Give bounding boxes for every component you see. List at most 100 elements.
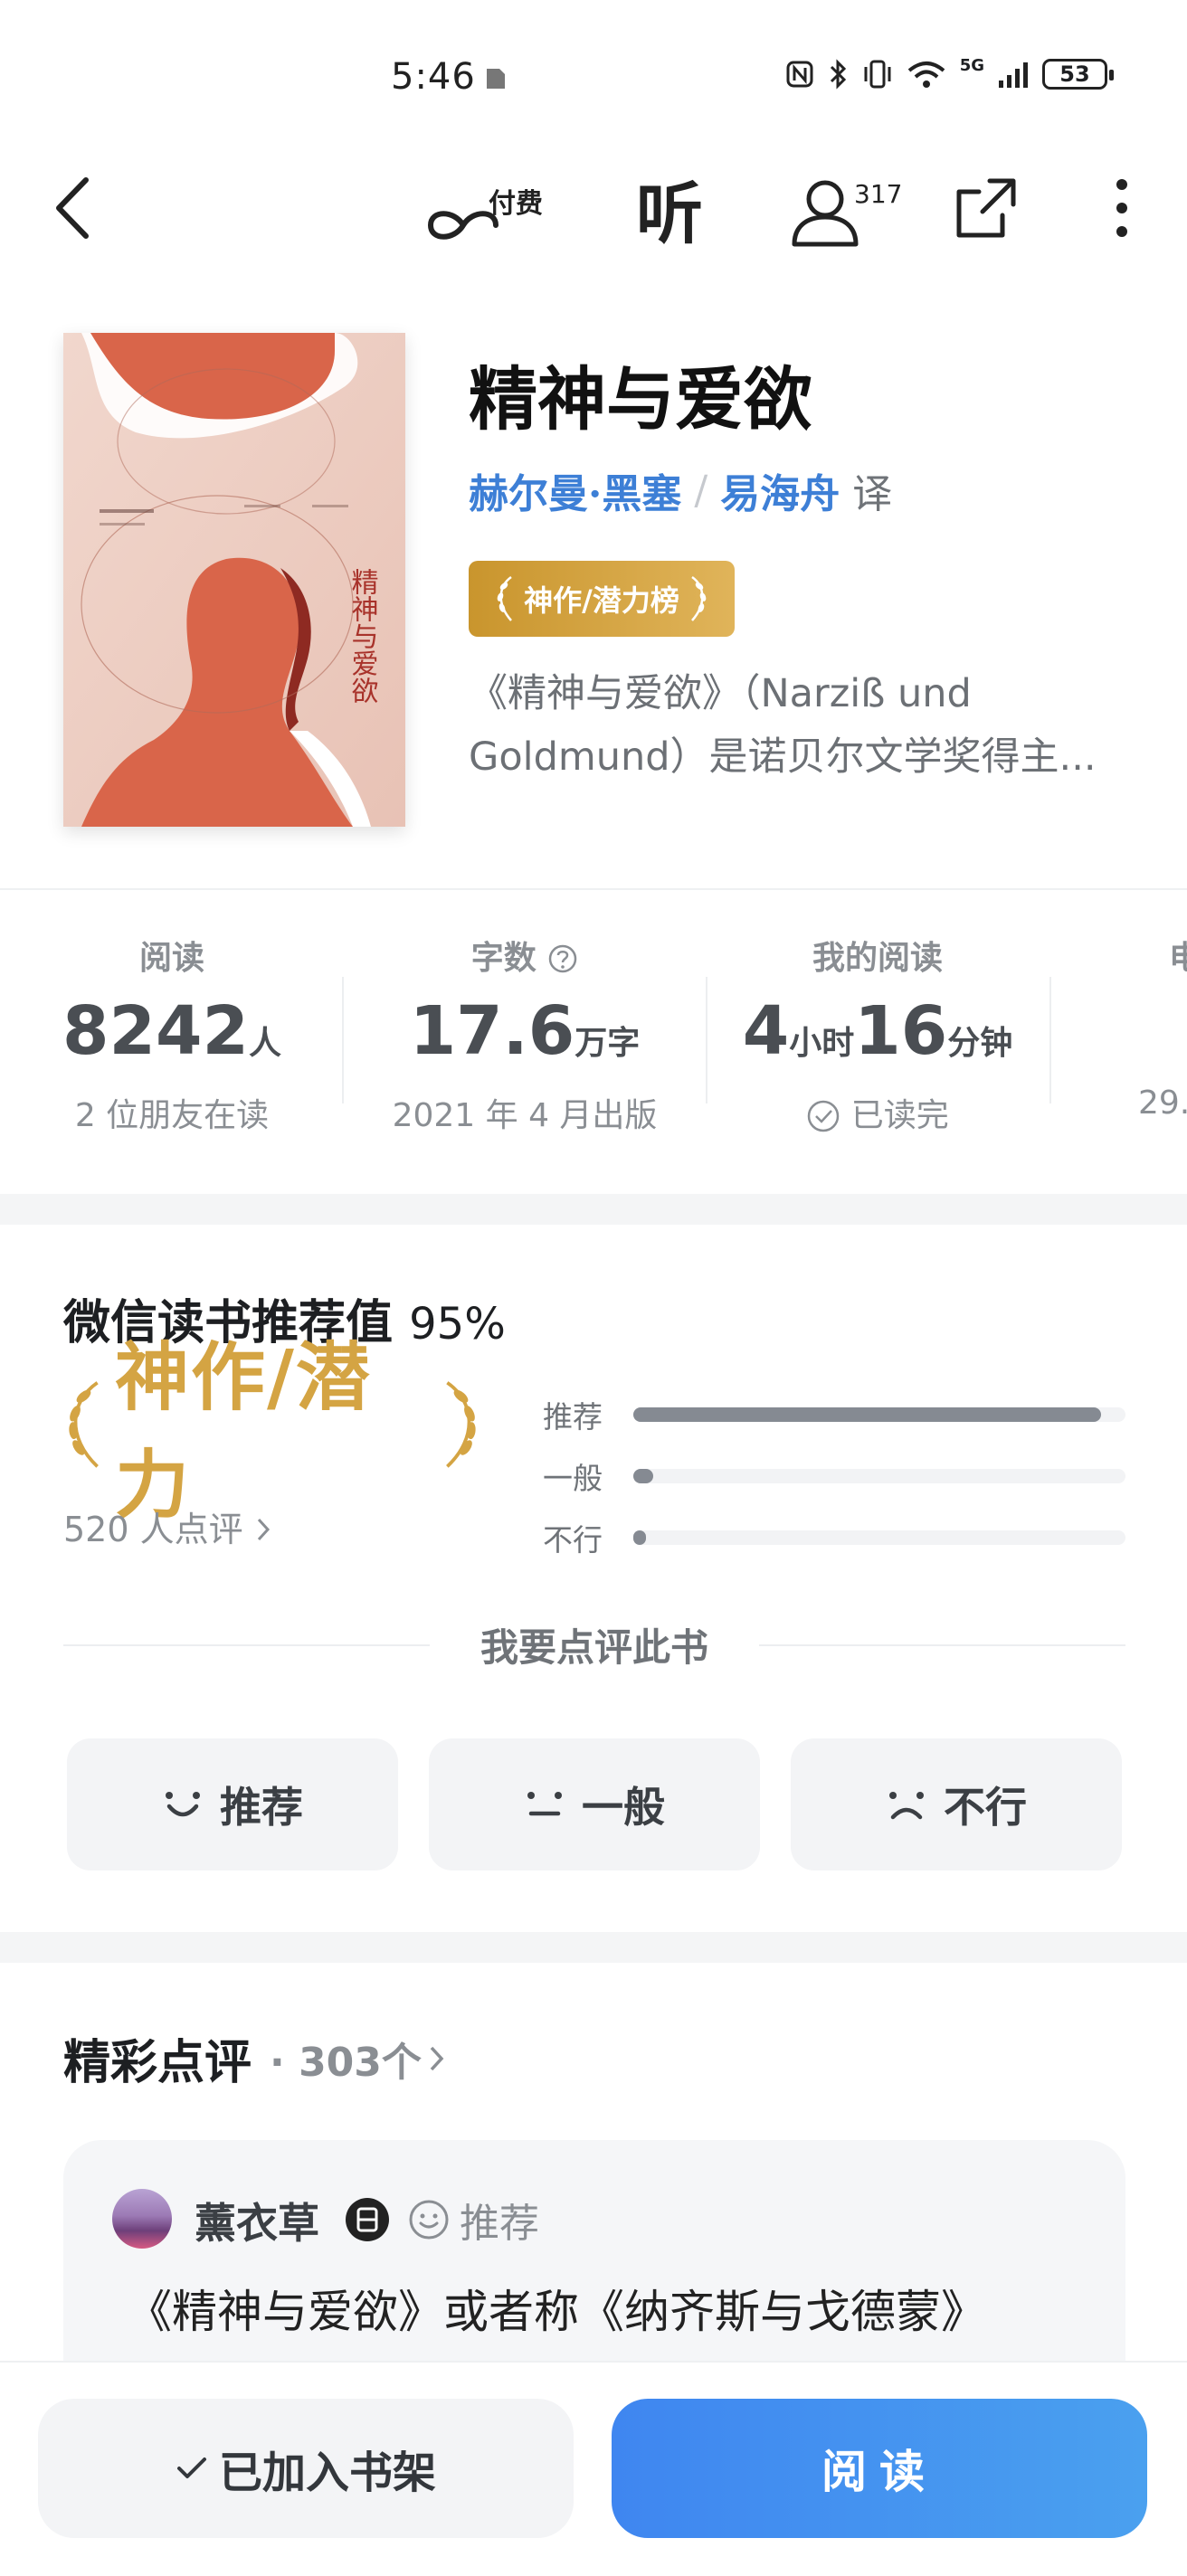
- listen-label: 听: [636, 175, 703, 253]
- book-title: 精神与爱欲: [469, 359, 812, 440]
- rate-recommend-label: 推荐: [220, 1783, 303, 1832]
- reviews-count: · 303个: [270, 2039, 422, 2086]
- stat-separator: [342, 977, 344, 1103]
- rate-recommend-button[interactable]: 推荐: [67, 1738, 398, 1870]
- rate-heading: 我要点评此书: [63, 1617, 1126, 1672]
- bottom-action-bar: 已加入书架 阅读: [0, 2361, 1187, 2576]
- bar-fill: [633, 1469, 653, 1483]
- bar-label: 一般: [543, 1461, 603, 1496]
- top-nav: 付费 听 317: [0, 154, 1187, 262]
- member-badge-icon: [346, 2198, 389, 2241]
- listen-button[interactable]: 听: [624, 163, 715, 253]
- stat-readers[interactable]: 阅读 8242人 2 位朋友在读: [0, 932, 344, 1143]
- back-button[interactable]: [36, 163, 109, 253]
- divider-line: [759, 1643, 1126, 1646]
- book-cover[interactable]: 精神与爱欲: [63, 333, 405, 827]
- stat-ebook-value: [1077, 986, 1187, 1076]
- bluetooth-icon: [830, 59, 846, 90]
- review-verdict: 推荐: [407, 2191, 539, 2249]
- stat-my-reading-sub: 已读完: [706, 1089, 1049, 1143]
- chevron-right-icon: [430, 2046, 444, 2070]
- sim-card-icon: [487, 69, 505, 89]
- paid-label: 付费: [489, 188, 543, 220]
- check-icon: [176, 2458, 206, 2478]
- check-circle-icon: [808, 1100, 840, 1132]
- bar-row-bad: 不行: [543, 1507, 1125, 1568]
- bar-label: 不行: [543, 1522, 603, 1558]
- rate-heading-label: 我要点评此书: [480, 1625, 709, 1670]
- recommend-bars: 推荐 一般 不行: [543, 1384, 1125, 1568]
- neutral-face-icon: [527, 1792, 562, 1816]
- book-cover-illustration: 精神与爱欲: [63, 333, 405, 827]
- add-to-shelf-label: 已加入书架: [218, 2448, 436, 2498]
- bar-track: [633, 1469, 1125, 1483]
- reviewer-name[interactable]: 薰衣草: [195, 2191, 319, 2250]
- author-separator: /: [694, 467, 708, 514]
- divider-line: [63, 1643, 430, 1646]
- stat-wordcount-label: 字数: [353, 932, 697, 986]
- status-time: 5:46: [391, 56, 476, 98]
- status-bar: 5:46 5G 53: [0, 0, 1187, 136]
- rate-bad-label: 不行: [944, 1783, 1027, 1832]
- stat-readers-label: 阅读: [138, 940, 204, 977]
- network-type: 5G: [959, 55, 984, 75]
- add-to-shelf-button[interactable]: 已加入书架: [38, 2399, 574, 2538]
- frown-face-icon: [889, 1792, 924, 1820]
- stat-my-reading-label: 我的阅读: [812, 940, 943, 977]
- author-link[interactable]: 赫尔曼·黑塞: [469, 461, 681, 519]
- chevron-right-icon: [257, 1518, 270, 1541]
- more-vertical-icon: [1116, 179, 1127, 237]
- book-stats: 阅读 8242人 2 位朋友在读 字数 17.6万字 2021 年 4 月出版 …: [0, 932, 1187, 1149]
- stat-ebook-sub: 29.: [1138, 1084, 1187, 1122]
- rate-bad-button[interactable]: 不行: [791, 1738, 1122, 1870]
- stat-readers-value: 8242人: [62, 992, 281, 1070]
- recommend-review-count[interactable]: 520 人点评: [63, 1501, 272, 1551]
- stat-my-reading-value: 4小时16分钟: [742, 992, 1013, 1070]
- bar-track: [633, 1530, 1125, 1545]
- smile-face-icon: [166, 1792, 200, 1817]
- avatar[interactable]: [112, 2189, 172, 2249]
- paid-infinite-button[interactable]: 付费: [425, 166, 552, 257]
- stat-ebook-label: 电: [1169, 940, 1187, 977]
- battery-indicator: 53: [1042, 59, 1114, 90]
- laurel-left-icon: [69, 1381, 99, 1468]
- rate-average-label: 一般: [582, 1783, 665, 1832]
- share-button[interactable]: [941, 163, 1031, 253]
- bar-track: [633, 1407, 1125, 1422]
- read-button[interactable]: 阅读: [612, 2399, 1147, 2538]
- svg-text:精神与爱欲: 精神与爱欲: [347, 568, 379, 704]
- bar-fill: [633, 1407, 1101, 1422]
- chevron-left-icon: [56, 177, 89, 239]
- section-gap: [0, 1932, 1187, 1963]
- read-label: 阅读: [821, 2446, 937, 2498]
- stat-wordcount-value: 17.6万字: [409, 992, 641, 1070]
- stat-wordcount-sub: 2021 年 4 月出版: [392, 1097, 658, 1134]
- bar-row-average: 一般: [543, 1445, 1125, 1507]
- stat-readers-sub: 2 位朋友在读: [74, 1097, 270, 1134]
- status-icons: 5G 53: [784, 55, 1114, 90]
- bar-fill: [633, 1530, 646, 1545]
- recommend-tier-label: 神作/潜力: [114, 1335, 372, 1529]
- translator-link[interactable]: 易海舟: [720, 461, 840, 519]
- readers-button[interactable]: 317: [787, 163, 914, 253]
- book-authors: 赫尔曼·黑塞 / 易海舟 译: [469, 461, 892, 519]
- reviews-header[interactable]: 精彩点评 · 303个: [63, 2024, 447, 2092]
- nfc-icon: [786, 61, 813, 88]
- share-icon: [956, 178, 1016, 238]
- wifi-icon: [907, 62, 945, 88]
- stat-my-reading[interactable]: 我的阅读 4小时16分钟 已读完: [706, 932, 1049, 1143]
- recommend-tier: 神作/潜力: [60, 1335, 485, 1529]
- stat-ebook[interactable]: 电 29.: [1077, 932, 1187, 1131]
- laurel-left-icon: [497, 575, 513, 621]
- rate-average-button[interactable]: 一般: [429, 1738, 760, 1870]
- vibrate-icon: [864, 60, 891, 89]
- more-button[interactable]: [1086, 163, 1158, 253]
- readers-count: 317: [854, 179, 903, 209]
- reviews-title: 精彩点评: [63, 2036, 252, 2090]
- laurel-right-icon: [446, 1381, 476, 1468]
- book-description[interactable]: 《精神与爱欲》（Narziß und Goldmund）是诺贝尔文学奖得主...: [469, 662, 1138, 789]
- ranking-badge[interactable]: 神作/潜力榜: [469, 561, 735, 637]
- ranking-badge-label: 神作/潜力榜: [524, 583, 679, 618]
- section-divider: [0, 888, 1187, 890]
- stat-wordcount[interactable]: 字数 17.6万字 2021 年 4 月出版: [353, 932, 697, 1143]
